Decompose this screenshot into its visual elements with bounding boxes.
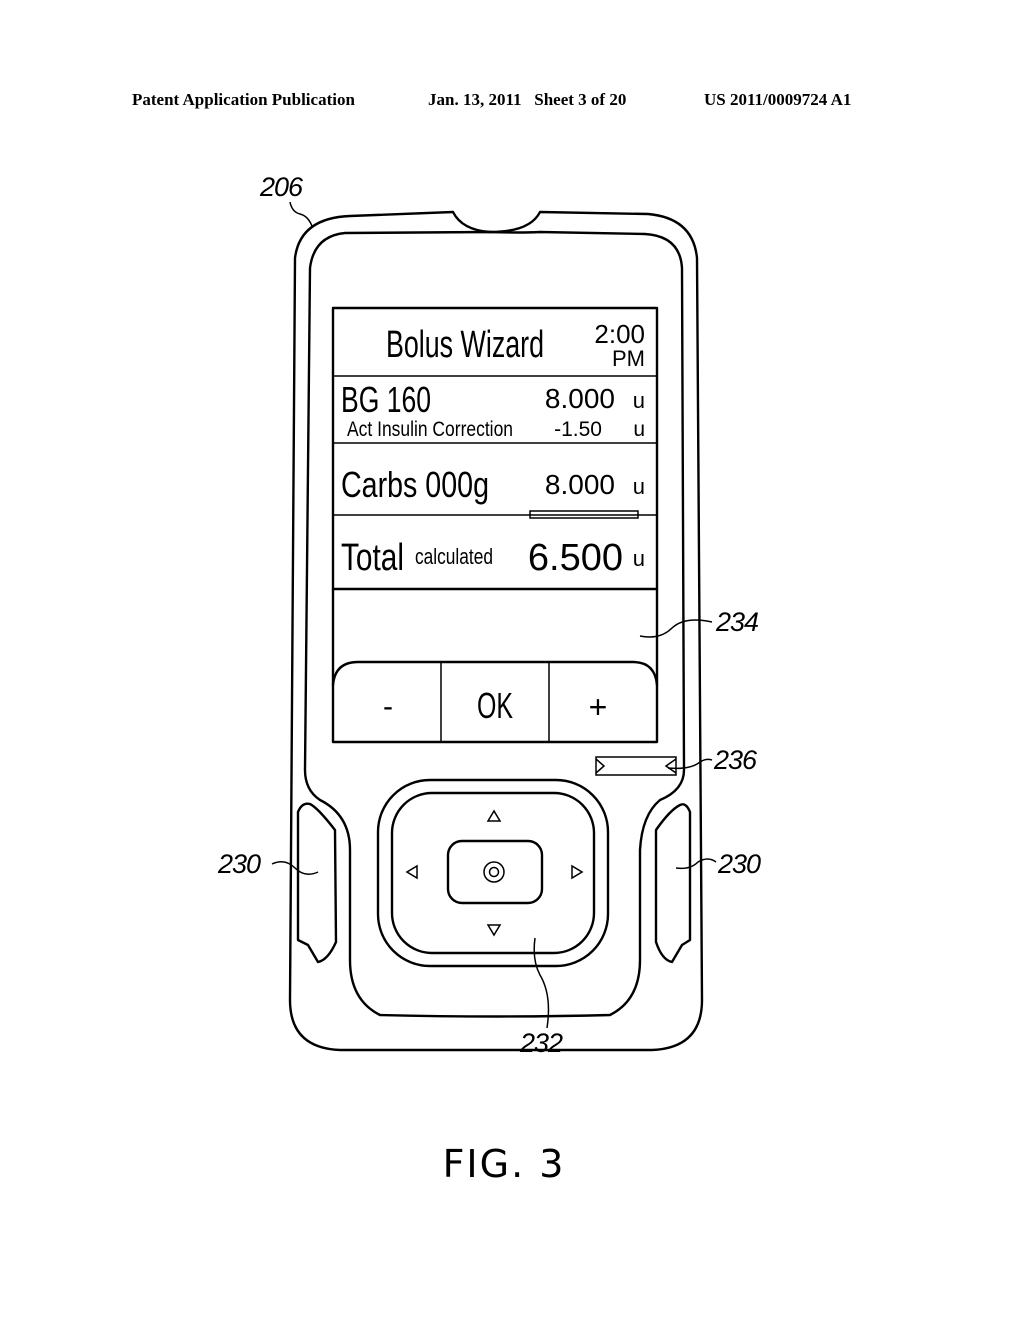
total-unit: u	[633, 546, 645, 571]
leader-234	[639, 619, 713, 638]
indicator-light	[595, 756, 677, 776]
nav-pad-inner-ring	[390, 791, 596, 955]
act-insulin-label: Act Insulin Correction	[347, 418, 513, 441]
minus-button-label: -	[383, 690, 393, 723]
bg-row[interactable]: BG 160 8.000 u Act Insulin Correction -1…	[341, 379, 645, 441]
side-button-left[interactable]	[296, 802, 338, 964]
ref-234: 234	[715, 607, 758, 637]
carbs-label: Carbs 000g	[341, 464, 489, 505]
total-label: Total	[341, 537, 404, 579]
ref-230-left: 230	[217, 849, 261, 879]
screen-title: Bolus Wizard	[386, 324, 544, 366]
bg-unit: u	[633, 388, 645, 413]
left-arrow-icon[interactable]	[405, 864, 418, 880]
act-insulin-value: -1.50	[554, 418, 602, 441]
leader-232	[533, 937, 550, 1029]
display-screen: Bolus Wizard 2:00 PM BG 160 8.000 u Act …	[331, 306, 659, 744]
leader-230-left	[271, 861, 319, 875]
carbs-value: 8.000	[545, 469, 615, 500]
total-value: 6.500	[528, 537, 623, 579]
clock-ampm: PM	[612, 346, 645, 371]
minus-button[interactable]: -	[334, 663, 440, 741]
navigation-pad[interactable]	[376, 778, 610, 968]
ref-230-right: 230	[717, 849, 761, 879]
nav-pad-outer-ring	[376, 778, 610, 968]
plus-button[interactable]: +	[550, 663, 656, 741]
plus-button-label: +	[589, 689, 608, 725]
carbs-row[interactable]: Carbs 000g 8.000 u	[341, 464, 645, 519]
act-insulin-unit: u	[633, 418, 645, 441]
ok-button[interactable]: OK	[442, 663, 548, 741]
center-select-button[interactable]	[446, 839, 544, 905]
right-arrow-icon[interactable]	[571, 864, 584, 880]
total-row: Total calculated 6.500 u	[341, 537, 645, 579]
down-arrow-icon[interactable]	[486, 924, 502, 937]
bg-value: 8.000	[545, 383, 615, 414]
side-button-right[interactable]	[654, 803, 692, 964]
carbs-unit: u	[633, 474, 645, 499]
select-circle-icon	[483, 861, 505, 883]
ok-button-label: OK	[477, 685, 513, 726]
total-sub-label: calculated	[415, 544, 493, 569]
device-figure: Bolus Wizard 2:00 PM BG 160 8.000 u Act …	[217, 172, 762, 1186]
ref-232: 232	[519, 1028, 563, 1058]
bg-label: BG 160	[341, 379, 431, 420]
figure-caption: FIG. 3	[443, 1142, 566, 1186]
leader-230-right	[675, 858, 717, 870]
ref-206: 206	[259, 172, 304, 202]
up-arrow-icon[interactable]	[486, 809, 502, 822]
leader-206	[289, 201, 313, 227]
ref-236: 236	[713, 745, 758, 775]
clock-time: 2:00	[594, 319, 645, 349]
